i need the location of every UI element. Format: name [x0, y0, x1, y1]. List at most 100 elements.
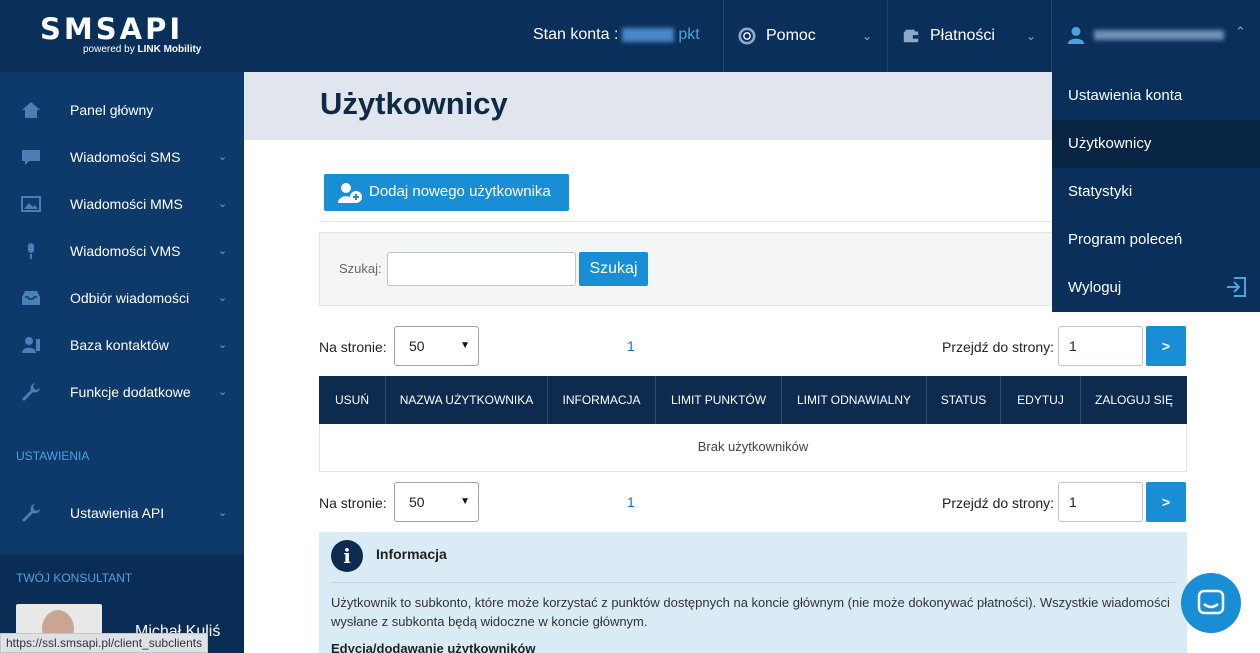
per-page-value: 50 — [409, 494, 425, 510]
column-header: LIMIT ODNAWIALNY — [782, 376, 927, 424]
chat-launcher-button[interactable] — [1181, 573, 1241, 633]
logo-tagline: powered by LINK Mobility — [83, 44, 201, 55]
browser-status-url: https://ssl.smsapi.pl/client_subclients — [0, 633, 209, 653]
payments-label: Płatności — [930, 27, 995, 44]
search-input[interactable] — [387, 252, 576, 286]
account-balance: Stan konta : pkt — [533, 26, 700, 44]
chevron-down-icon: ⌄ — [218, 292, 228, 304]
sidebar-item-dashboard[interactable]: Panel główny — [0, 86, 244, 133]
wrench-icon — [22, 382, 40, 401]
home-icon — [22, 101, 40, 118]
column-header: LIMIT PUNKTÓW — [656, 376, 782, 424]
logo-brand: LINK Mobility — [137, 44, 202, 55]
help-label: Pomoc — [766, 27, 816, 44]
search-label: Szukaj: — [339, 261, 382, 276]
per-page-select[interactable]: 50 ▼ — [394, 326, 479, 366]
goto-page-label: Przejdź do strony: — [942, 339, 1055, 355]
caret-down-icon: ▼ — [460, 340, 470, 351]
wallet-icon — [903, 29, 919, 43]
image-icon — [21, 195, 41, 212]
balance-value-redacted — [622, 27, 675, 42]
help-menu[interactable]: Pomoc ⌄ — [738, 0, 888, 72]
logo[interactable]: SMSAPI powered by LINK Mobility — [40, 12, 220, 62]
balance-label: Stan konta : — [533, 26, 619, 43]
goto-page-label: Przejdź do strony: — [942, 495, 1055, 511]
wrench-icon — [22, 503, 40, 522]
balance-unit: pkt — [678, 26, 700, 43]
user-name-redacted — [1094, 30, 1224, 40]
column-header: ZALOGUJ SIĘ — [1094, 393, 1174, 407]
column-header: STATUS — [927, 376, 1001, 424]
logo-text: SMSAPI — [40, 12, 184, 46]
chevron-down-icon: ⌄ — [218, 507, 228, 519]
goto-page-input[interactable]: 1 — [1058, 482, 1143, 522]
sidebar-item-label: Ustawienia API — [70, 504, 165, 521]
sidebar-item-label: Odbiór wiadomości — [70, 289, 190, 306]
chevron-down-icon: ⌄ — [862, 29, 873, 43]
menu-item-users[interactable]: Użytkownicy — [1052, 120, 1260, 168]
chevron-down-icon: ⌄ — [1026, 29, 1037, 43]
divider — [887, 0, 888, 72]
consultant-title: TWÓJ KONSULTANT — [16, 571, 133, 585]
sidebar-item-label: Funkcje dodatkowe — [70, 383, 191, 400]
menu-item-statistics[interactable]: Statystyki — [1052, 168, 1260, 216]
chevron-down-icon: ⌄ — [218, 151, 228, 163]
lifebuoy-icon — [738, 27, 756, 45]
logo-powered: powered by — [83, 44, 135, 55]
sidebar-item-vms[interactable]: Wiadomości VMS ⌄ — [0, 227, 244, 274]
sidebar-item-api-settings[interactable]: Ustawienia API ⌄ — [0, 489, 244, 536]
column-header: NAZWA UŻYTKOWNIKA — [386, 376, 548, 424]
menu-item-account-settings[interactable]: Ustawienia konta — [1052, 72, 1260, 120]
goto-page-input[interactable]: 1 — [1058, 326, 1143, 366]
sidebar-item-extras[interactable]: Funkcje dodatkowe ⌄ — [0, 368, 244, 415]
table-empty-message: Brak użytkowników — [319, 424, 1187, 472]
settings-section-title: USTAWIENIA — [16, 449, 90, 463]
sidebar-item-mms[interactable]: Wiadomości MMS ⌄ — [0, 180, 244, 227]
chat-icon — [22, 149, 40, 165]
sidebar-item-contacts[interactable]: Baza kontaktów ⌄ — [0, 321, 244, 368]
info-icon: i — [331, 540, 363, 572]
sidebar-item-inbox[interactable]: Odbiór wiadomości ⌄ — [0, 274, 244, 321]
sidebar-item-label: Wiadomości MMS — [70, 195, 183, 212]
sidebar-item-sms[interactable]: Wiadomości SMS ⌄ — [0, 133, 244, 180]
sidebar: Panel główny Wiadomości SMS ⌄ Wiadomości… — [0, 72, 244, 653]
chevron-down-icon: ⌄ — [218, 386, 228, 398]
per-page-select[interactable]: 50 ▼ — [394, 482, 479, 522]
sidebar-item-label: Baza kontaktów — [70, 336, 169, 353]
chat-icon — [1197, 589, 1225, 615]
sidebar-item-label: Wiadomości VMS — [70, 242, 181, 259]
inbox-icon — [22, 290, 40, 305]
logout-icon — [1227, 277, 1246, 297]
user-dropdown-menu: Ustawienia konta Użytkownicy Statystyki … — [1052, 72, 1260, 312]
column-header: EDYTUJ — [1001, 376, 1081, 424]
page-title: Użytkownicy — [320, 86, 508, 121]
sidebar-item-label: Wiadomości SMS — [70, 148, 181, 165]
goto-page-button[interactable]: > — [1146, 326, 1186, 366]
menu-item-referral[interactable]: Program poleceń — [1052, 216, 1260, 264]
table-header: USUŃ NAZWA UŻYTKOWNIKA INFORMACJA LIMIT … — [319, 376, 1187, 424]
page-link[interactable]: 1 — [627, 338, 635, 354]
payments-menu[interactable]: Płatności ⌄ — [902, 0, 1052, 72]
search-button[interactable]: Szukaj — [579, 252, 648, 286]
chevron-down-icon: ⌄ — [218, 198, 228, 210]
chevron-down-icon: ⌄ — [218, 339, 228, 351]
goto-page-button[interactable]: > — [1146, 482, 1186, 522]
chevron-down-icon: ⌄ — [218, 245, 228, 257]
info-title: Informacja — [376, 546, 447, 562]
page-link[interactable]: 1 — [627, 494, 635, 510]
divider — [331, 582, 1175, 583]
user-menu[interactable]: ⌃ — [1052, 0, 1260, 72]
sidebar-item-label: Panel główny — [70, 101, 154, 118]
add-user-button[interactable]: Dodaj nowego użytkownika — [324, 174, 569, 211]
per-page-label: Na stronie: — [319, 339, 387, 355]
user-icon — [1067, 26, 1085, 44]
column-header: INFORMACJA — [548, 376, 656, 424]
contacts-icon — [22, 336, 40, 353]
add-user-label: Dodaj nowego użytkownika — [369, 183, 551, 200]
info-subtitle: Edycja/dodawanie użytkowników — [331, 641, 536, 653]
per-page-label: Na stronie: — [319, 495, 387, 511]
microphone-icon — [28, 242, 34, 259]
per-page-value: 50 — [409, 338, 425, 354]
info-text: Użytkownik to subkonto, które może korzy… — [331, 595, 1170, 629]
caret-down-icon: ▼ — [460, 496, 470, 507]
